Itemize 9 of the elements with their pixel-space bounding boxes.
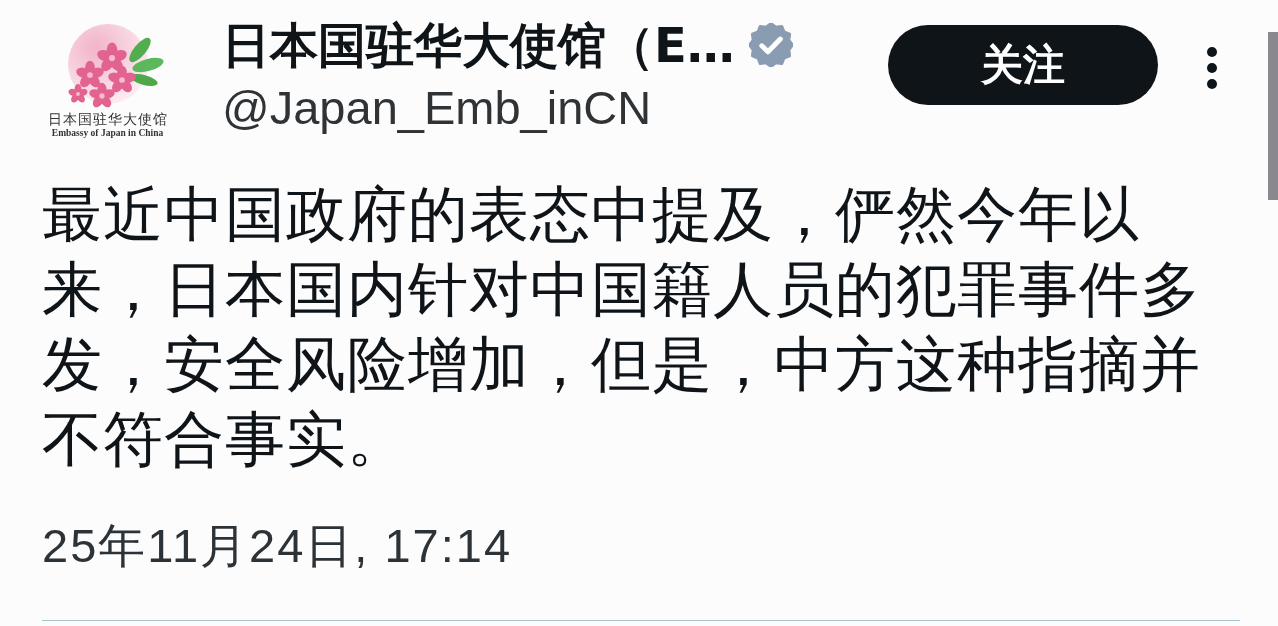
scrollbar-thumb[interactable] [1268, 32, 1278, 200]
logo-subtitle: Embassy of Japan in China [51, 128, 164, 139]
follow-button[interactable]: 关注 [888, 25, 1158, 105]
account-name[interactable]: 日本国驻华大使馆（E… [222, 16, 735, 74]
post-timestamp[interactable]: 25年11月24日, 17:14 [42, 519, 1278, 572]
more-options-icon[interactable] [1205, 47, 1219, 89]
account-handle[interactable]: @Japan_Emb_inCN [222, 80, 793, 136]
logo-title: 日本国驻华大使馆 [47, 112, 168, 128]
post-text: 最近中国政府的表态中提及，俨然今年以来，日本国内针对中国籍人员的犯罪事件多发，安全风险增加，但是，中方这种指摘并不符合事实。 [42, 178, 1202, 476]
